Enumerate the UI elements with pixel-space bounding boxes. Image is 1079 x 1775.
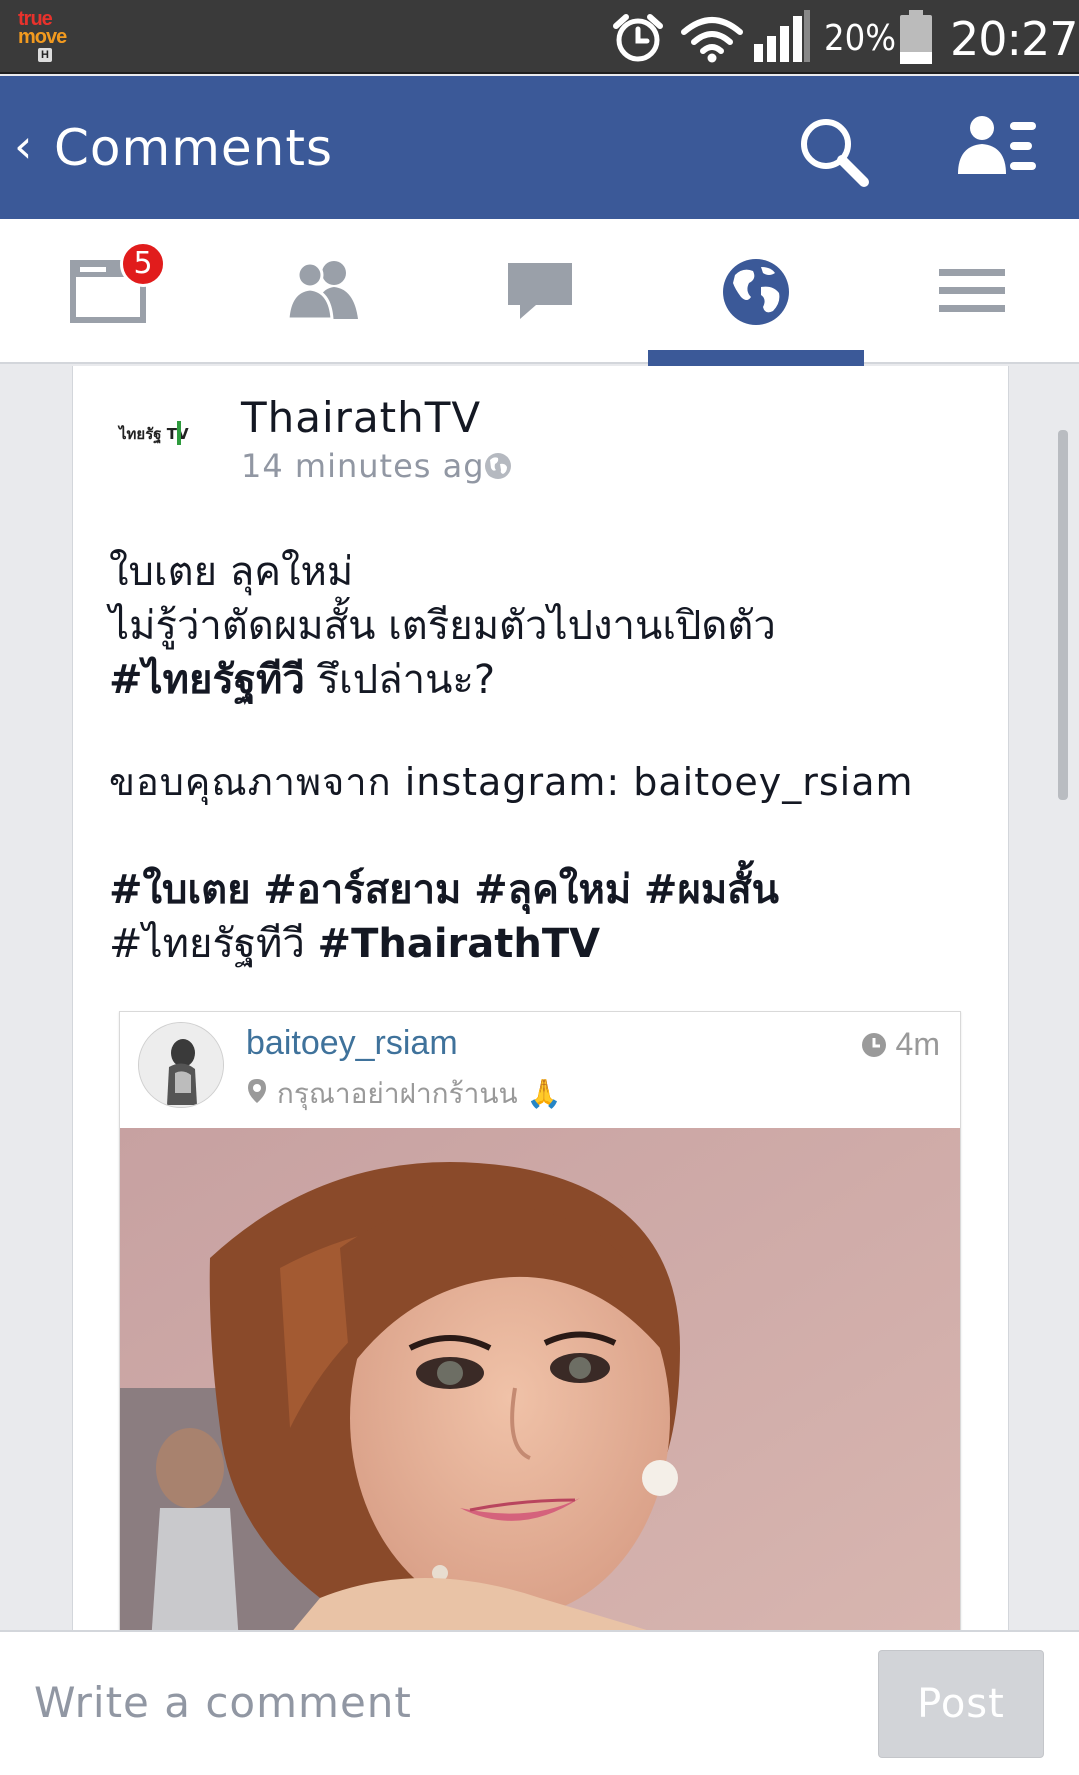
post-feed: ไทยรัฐ TV ThairathTV 14 minutes ago ใบเต… (0, 366, 1079, 1630)
wifi-icon (681, 17, 743, 63)
hashtag-link[interactable]: #ผมสั้น (644, 867, 779, 913)
hashtag-link[interactable]: #อาร์สยาม (263, 867, 461, 913)
search-icon (801, 119, 869, 187)
post-hashtags: #ใบเตย #อาร์สยาม #ลุคใหม่ #ผมสั้น #ไทยรั… (109, 863, 989, 971)
hashtag-link[interactable]: #ThairathTV (318, 921, 601, 967)
instagram-embed[interactable]: baitoey_rsiam กรุณาอย่าฝากร้านน 🙏 4m (119, 1011, 961, 1630)
post-button[interactable]: Post (878, 1650, 1044, 1758)
instagram-location: กรุณาอย่าฝากร้านน 🙏 (246, 1072, 561, 1116)
location-pin-icon (248, 1079, 266, 1103)
friend-requests-icon (958, 116, 1036, 174)
hashtag-link[interactable]: #ลุคใหม่ (474, 867, 631, 913)
clock: 20:27 (950, 12, 1079, 66)
praying-hands-emoji: 🙏 (526, 1077, 562, 1110)
post-author[interactable]: ThairathTV (241, 393, 481, 442)
carrier-logo: true move H (18, 9, 72, 64)
comments-screen: true move H 20% 20:27 ‹ Comments 5 ไทยรั… (0, 0, 1079, 1775)
author-logo[interactable]: ไทยรัฐ TV (117, 413, 205, 453)
post-body: ใบเตย ลุคใหม่ ไม่รู้ว่าตัดผมสั้น เตรียมต… (109, 545, 989, 707)
tab-messages[interactable] (432, 219, 648, 364)
time-text: 4m (895, 1026, 940, 1062)
back-button[interactable]: ‹ (14, 118, 32, 174)
notification-badge: 5 (120, 241, 166, 287)
network-type: H (38, 48, 52, 62)
battery-icon (900, 10, 932, 64)
page-title: Comments (54, 119, 334, 177)
hashtag-link[interactable]: #ไทยรัฐทีวี (109, 921, 305, 967)
instagram-username[interactable]: baitoey_rsiam (246, 1024, 458, 1063)
tab-friends[interactable] (216, 219, 432, 364)
active-tab-indicator (648, 350, 864, 366)
clock-icon (861, 1033, 886, 1057)
instagram-time: 4m (861, 1026, 940, 1063)
instagram-photo[interactable] (120, 1128, 961, 1630)
comment-input[interactable] (34, 1672, 834, 1732)
tab-more[interactable] (864, 219, 1079, 364)
app-header: ‹ Comments (0, 76, 1079, 219)
friend-requests-button[interactable] (952, 106, 1042, 196)
signal-icon (754, 10, 810, 62)
alarm-icon (613, 14, 663, 62)
hashtag-line-2: #ไทยรัฐทีวี #ThairathTV (109, 917, 989, 971)
post-line-3-text: รึเปล่านะ? (304, 657, 496, 703)
post-timestamp[interactable]: 14 minutes ago (241, 447, 505, 485)
post-line-3: #ไทยรัฐทีวี รึเปล่านะ? (109, 653, 989, 707)
location-text: กรุณาอย่าฝากร้านน (276, 1077, 518, 1110)
avatar[interactable] (138, 1022, 224, 1108)
tab-notifications[interactable] (648, 219, 864, 366)
public-globe-icon (485, 453, 511, 479)
scrollbar[interactable] (1058, 430, 1068, 800)
battery-percent: 20% (824, 18, 896, 59)
hashtag-line-1: #ใบเตย #อาร์สยาม #ลุคใหม่ #ผมสั้น (109, 863, 989, 917)
status-bar: true move H 20% 20:27 (0, 0, 1079, 74)
tab-news-feed[interactable]: 5 (0, 219, 216, 364)
menu-icon (939, 269, 1005, 312)
messages-icon (508, 263, 572, 319)
post-line-1: ใบเตย ลุคใหม่ (109, 549, 354, 595)
post-card: ไทยรัฐ TV ThairathTV 14 minutes ago ใบเต… (72, 366, 1009, 1630)
friends-icon (286, 261, 358, 321)
carrier-name-2: move (18, 26, 67, 48)
comment-bar: Post (0, 1630, 1079, 1775)
post-credits: ขอบคุณภาพจาก instagram: baitoey_rsiam (109, 760, 914, 804)
tab-bar: 5 (0, 219, 1079, 366)
globe-icon (723, 259, 789, 325)
post-line-2: ไม่รู้ว่าตัดผมสั้น เตรียมตัวไปงานเปิดตัว (109, 603, 776, 649)
search-button[interactable] (788, 106, 878, 196)
hashtag-link[interactable]: #ใบเตย (109, 867, 251, 913)
hashtag-link[interactable]: #ไทยรัฐทีวี (109, 657, 305, 703)
